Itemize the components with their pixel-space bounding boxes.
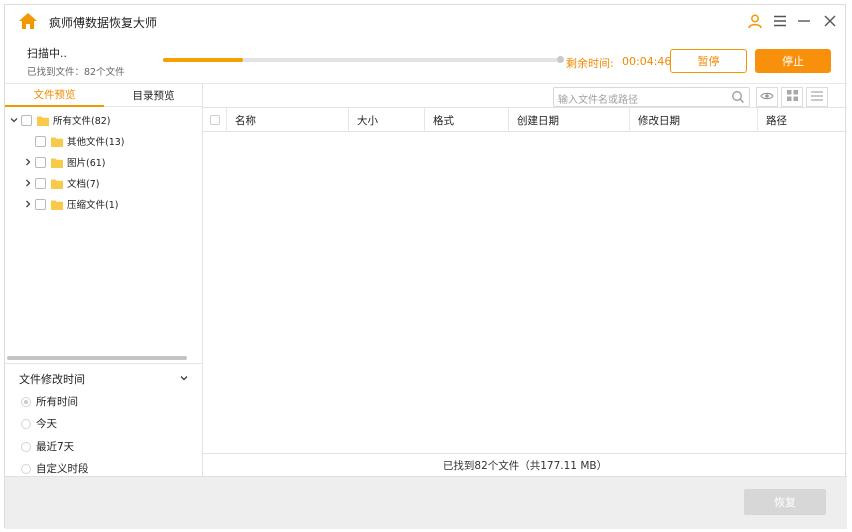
tree-item-images[interactable]: 图片(61) (23, 153, 106, 171)
scan-progress-bar (163, 58, 563, 62)
filter-option-label: 今天 (36, 418, 57, 430)
grid-icon (786, 90, 798, 104)
select-all-cell[interactable] (203, 108, 227, 132)
stop-button[interactable]: 停止 (755, 49, 831, 73)
user-icon[interactable] (746, 12, 764, 30)
column-header-modified[interactable]: 修改日期 (630, 108, 758, 132)
checkbox[interactable] (35, 177, 46, 189)
list-toolbar: 输入文件名或路径 (203, 84, 847, 107)
radio-button[interactable] (21, 418, 31, 429)
filter-option-today[interactable]: 今天 (21, 416, 57, 431)
folder-icon (51, 136, 63, 147)
tree-item-archives[interactable]: 压缩文件(1) (23, 195, 118, 213)
tree-item-label: 压缩文件(1) (67, 200, 119, 211)
chevron-right-icon[interactable] (23, 179, 32, 188)
tab-file-preview[interactable]: 文件预览 (5, 84, 104, 107)
chevron-down-icon[interactable] (9, 116, 18, 125)
checkbox[interactable] (35, 156, 46, 168)
pause-button[interactable]: 暂停 (670, 49, 747, 73)
tree-item-label: 图片(61) (67, 158, 106, 169)
remaining-time-value: 00:04:46 (622, 55, 672, 68)
radio-button[interactable] (21, 441, 31, 452)
checkbox[interactable] (35, 135, 46, 147)
filter-title: 文件修改时间 (19, 373, 85, 386)
filter-option-all-time[interactable]: 所有时间 (21, 394, 78, 409)
scan-status: 扫描中.. (27, 47, 67, 60)
modified-time-filter: 文件修改时间 所有时间 今天 最近7天 自定义时段 (5, 363, 203, 476)
tab-directory-preview[interactable]: 目录预览 (104, 84, 203, 107)
list-view-button[interactable] (806, 87, 828, 107)
folder-icon (51, 157, 63, 168)
column-header-created[interactable]: 创建日期 (509, 108, 630, 132)
recover-button[interactable]: 恢复 (744, 489, 826, 515)
tree-item-label: 所有文件(82) (53, 116, 111, 127)
chevron-right-icon[interactable] (23, 158, 32, 167)
app-title: 疯师傅数据恢复大师 (49, 16, 158, 30)
tree-item-other-files[interactable]: 其他文件(13) (35, 132, 125, 150)
list-icon (811, 90, 823, 104)
filter-option-custom[interactable]: 自定义时段 (21, 461, 89, 476)
tree-item-documents[interactable]: 文档(7) (23, 174, 99, 192)
column-header-format[interactable]: 格式 (425, 108, 509, 132)
footer-bar: 恢复 (5, 476, 847, 529)
checkbox[interactable] (21, 114, 32, 126)
filter-option-label: 最近7天 (36, 441, 75, 453)
filter-option-last-7-days[interactable]: 最近7天 (21, 439, 74, 454)
filter-option-label: 自定义时段 (36, 463, 89, 475)
remaining-time-label: 剩余时间: (566, 57, 614, 70)
tree-item-label: 文档(7) (67, 179, 100, 190)
folder-icon (51, 178, 63, 189)
folder-icon (51, 199, 63, 210)
minimize-icon[interactable] (795, 12, 813, 30)
view-tabs: 文件预览 目录预览 (5, 84, 203, 107)
menu-icon[interactable] (771, 12, 789, 30)
status-bar: 已找到82个文件（共177.11 MB） (203, 453, 847, 476)
chevron-right-icon[interactable] (23, 200, 32, 209)
checkbox[interactable] (35, 198, 46, 210)
left-pane: 文件预览 目录预览 所有文件(82) 其他文件(13) 图片(61) 文档(7)… (5, 84, 203, 476)
radio-button[interactable] (21, 396, 31, 407)
app-window: 疯师傅数据恢复大师 扫描中.. 已找到文件：82个文件 剩余时间: 00:04:… (4, 4, 847, 529)
home-icon[interactable] (18, 11, 38, 31)
select-all-checkbox[interactable] (210, 115, 220, 125)
horizontal-scrollbar[interactable] (7, 356, 187, 360)
title-bar: 疯师傅数据恢复大师 (5, 5, 847, 38)
column-header-size[interactable]: 大小 (349, 108, 425, 132)
file-list-pane: 输入文件名或路径 名称 大小 格式 创建日期 修改日期 路径 已找到82个文件（… (203, 84, 847, 476)
close-icon[interactable] (821, 12, 839, 30)
progress-end-dot (557, 56, 564, 63)
tree-item-label: 其他文件(13) (67, 137, 125, 148)
filter-option-label: 所有时间 (36, 396, 78, 408)
grid-view-button[interactable] (781, 87, 803, 107)
scan-bar: 扫描中.. 已找到文件：82个文件 剩余时间: 00:04:46 暂停 停止 (5, 38, 847, 84)
radio-button[interactable] (21, 463, 31, 474)
table-header: 名称 大小 格式 创建日期 修改日期 路径 (203, 107, 847, 132)
search-input[interactable]: 输入文件名或路径 (553, 87, 750, 107)
tree-item-all-files[interactable]: 所有文件(82) (9, 111, 111, 129)
scan-found-count: 已找到文件：82个文件 (27, 67, 125, 78)
folder-icon (37, 115, 49, 126)
search-placeholder: 输入文件名或路径 (558, 95, 638, 106)
eye-icon (760, 91, 774, 104)
search-icon[interactable] (731, 90, 745, 104)
column-header-name[interactable]: 名称 (227, 108, 349, 132)
preview-view-button[interactable] (756, 87, 778, 107)
chevron-down-icon[interactable] (179, 373, 189, 383)
column-header-path[interactable]: 路径 (758, 108, 847, 132)
scan-progress-fill (163, 58, 243, 62)
